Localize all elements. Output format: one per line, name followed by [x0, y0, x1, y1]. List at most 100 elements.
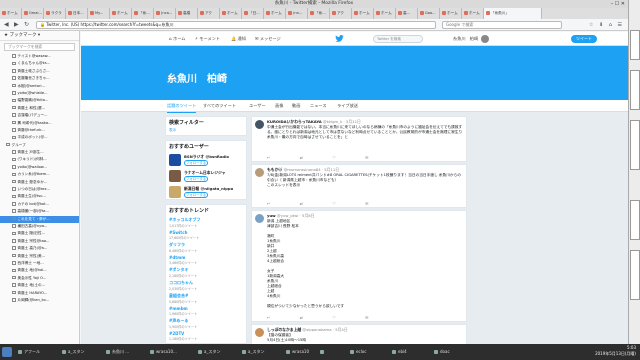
- tweet-actions[interactable]: ↩ ⇄ ♡ ✉: [267, 315, 382, 320]
- avatar[interactable]: [255, 168, 264, 177]
- browser-tab[interactable]: ホーム: [374, 8, 396, 19]
- browser-tab[interactable]: 「糸...: [132, 8, 154, 19]
- bookmark-item[interactable]: 斉藤土 高乃(@a...: [0, 245, 79, 252]
- filter-show-link[interactable]: 表示: [166, 128, 246, 133]
- tab-4[interactable]: 動画: [292, 100, 300, 112]
- back-icon[interactable]: ◀: [4, 21, 9, 29]
- bookmark-item[interactable]: 斉藤@thefurk...: [0, 127, 79, 134]
- tweet[interactable]: しっぽのなかま上越 @sipponakama · 5月4日 【猫の保護者】 5月4…: [251, 324, 467, 344]
- trend-item[interactable]: #dtmm 3,460件のツイート: [166, 254, 246, 266]
- browser-tab[interactable]: ホーム: [110, 8, 132, 19]
- browser-tab[interactable]: ホーム: [220, 8, 242, 19]
- bookmark-item[interactable]: (ワキリド)(何林...: [0, 156, 79, 163]
- nav-messages[interactable]: ✉ メッセージ: [255, 35, 281, 43]
- bookmark-item[interactable]: 平成のボット(@...: [0, 134, 79, 141]
- tweet-author[interactable]: しっぽのなかま上越: [267, 327, 301, 332]
- bookmark-item[interactable]: くまんちゃん@ks...: [0, 60, 79, 67]
- bookmark-item[interactable]: 斉藤土 地(土の...: [0, 282, 79, 289]
- browser-tab[interactable]: (nca...: [154, 8, 176, 19]
- taskbar-item[interactable]: doac: [432, 346, 472, 358]
- taskbar-item[interactable]: wrasa10...: [148, 346, 188, 358]
- bookmark-item[interactable]: yoito(@whistle...: [0, 90, 79, 97]
- browser-tab[interactable]: 日本...: [66, 8, 88, 19]
- avatar[interactable]: [169, 170, 181, 182]
- browser-tab[interactable]: アク: [330, 8, 352, 19]
- start-menu-icon[interactable]: [2, 347, 12, 357]
- taskbar-item[interactable]: ebi4: [390, 346, 430, 358]
- avatar[interactable]: [255, 120, 264, 129]
- tweet[interactable]: ももか🐱 @momorasinona84 · 5月11日 7/8(金)新潟LOTS…: [251, 164, 467, 208]
- trend-item[interactable]: ココロちゃん 2,030件のツイート: [166, 279, 246, 292]
- bookmark-item[interactable]: 幅野香織(@tkito...: [0, 97, 79, 104]
- bookmark-item[interactable]: yoito(@wallow...: [0, 164, 79, 171]
- browser-tab[interactable]: ホーム: [462, 8, 484, 19]
- tweet[interactable]: KUROIDAいかわらっTAKAYA @kklgm_k · 5月11日 中通士会が…: [251, 116, 467, 162]
- trend-item[interactable]: #声めーる 1,900件のツイート: [166, 317, 246, 330]
- tab-2[interactable]: ユーザー: [249, 100, 266, 112]
- reload-icon[interactable]: ↻: [24, 21, 29, 29]
- bookmark-item[interactable]: 西洋博士 一地...: [0, 260, 79, 267]
- follow-button[interactable]: フォローする: [184, 176, 208, 182]
- bookmark-item[interactable]: 高橋徹(一部(@ta...: [0, 208, 79, 215]
- tweet-author[interactable]: yuw: [267, 213, 276, 218]
- follow-button[interactable]: フォローする: [184, 160, 208, 166]
- web-search-input[interactable]: Google で検索: [442, 21, 562, 29]
- browser-tab[interactable]: 高...: [396, 8, 418, 19]
- bookmark-search-input[interactable]: ブックマークを検索: [4, 43, 75, 51]
- avatar[interactable]: [169, 154, 181, 166]
- tweet-author[interactable]: KUROIDAいかわらっTAKAYA: [267, 119, 322, 124]
- taskbar-item[interactable]: 糸魚川 ...: [104, 346, 144, 358]
- trend-item[interactable]: #ポンタキ 2,180件のツイート: [166, 266, 246, 279]
- bookmark-item[interactable]: 美会示性 Yoji O...: [0, 275, 79, 282]
- browser-tab[interactable]: (nn...: [286, 8, 308, 19]
- browser-tab[interactable]: ホーム: [352, 8, 374, 19]
- bookmark-item[interactable]: 斉藤土 懸念ゆか...: [0, 179, 79, 186]
- tweet-author[interactable]: ももか🐱: [267, 167, 282, 172]
- avatar[interactable]: [255, 214, 264, 223]
- bookmark-item[interactable]: いつの日は(@kez...: [0, 186, 79, 193]
- taskbar-item[interactable]: a_スタン: [240, 346, 280, 358]
- sidebar-header[interactable]: ★ ブックマーク ▾: [0, 31, 79, 41]
- twitter-search-input[interactable]: Twitter を検索: [373, 35, 423, 43]
- nav-home[interactable]: ⌂ ホーム: [169, 35, 185, 43]
- trend-item[interactable]: #Switch 17,600件のツイート: [166, 229, 246, 241]
- bookmark-item[interactable]: 斉藤土 戸部生...: [0, 149, 79, 156]
- nav-moments[interactable]: ⚡ モーメント: [195, 35, 220, 43]
- bookmark-item[interactable]: テイスト@wasaw...: [0, 53, 79, 60]
- browser-tab[interactable]: 「日...: [242, 8, 264, 19]
- browser-tab[interactable]: ホーム: [440, 8, 462, 19]
- trend-item[interactable]: #mmbm 1,960件のツイート: [166, 305, 246, 317]
- tab-3[interactable]: 画像: [275, 100, 283, 112]
- trend-item[interactable]: #2DTV 1,180件のツイート: [166, 330, 246, 342]
- bookmark-item[interactable]: 吉窪堰(パデュー...: [0, 112, 79, 119]
- bookmark-item[interactable]: 斉藤土 HARAYO...: [0, 290, 79, 297]
- toolbar-icons[interactable]: ☆ ⬇ ⌂ ☰: [589, 21, 624, 29]
- browser-tab[interactable]: 「糸魚川」: [484, 8, 542, 19]
- bookmark-item[interactable]: 斉藤土 宗性@taa...: [0, 238, 79, 245]
- browser-tab[interactable]: 「糸...: [308, 8, 330, 19]
- trend-item[interactable]: ダリフラ 8,460件のツイート: [166, 241, 246, 254]
- nav-notifications[interactable]: 🔔 通知: [231, 35, 246, 43]
- forward-icon[interactable]: ▶: [14, 21, 19, 29]
- bookmark-folder[interactable]: グループ: [0, 142, 79, 149]
- follow-button[interactable]: フォローする: [184, 192, 208, 198]
- trend-item[interactable]: #ホッコルオブフ 1,017件のツイート: [166, 216, 246, 229]
- taskbar-item[interactable]: アフール: [16, 346, 56, 358]
- twitter-bird-icon[interactable]: [335, 35, 344, 42]
- bookmark-item[interactable]: 鷹 司希代(@taaka...: [0, 120, 79, 127]
- bookmark-item[interactable]: 斉藤土 隠(旧性...: [0, 230, 79, 237]
- bookmark-item[interactable]: 斉藤土生(@tsu...: [0, 193, 79, 200]
- tab-5[interactable]: ニュース: [310, 100, 327, 112]
- avatar[interactable]: [481, 35, 489, 43]
- window-thumbnail[interactable]: [630, 120, 640, 170]
- url-bar[interactable]: 🔒 Twitter, Inc. (US) https://twitter.com…: [36, 21, 436, 29]
- tab-6[interactable]: ライブ放送: [337, 100, 358, 112]
- bookmark-item[interactable]: 斉藤土 宗性(美...: [0, 253, 79, 260]
- browser-tab[interactable]: ラクラ: [44, 8, 66, 19]
- browser-tab[interactable]: My...: [88, 8, 110, 19]
- bookmark-item[interactable]: 斉藤土岐さぷらさ...: [0, 68, 79, 75]
- bookmark-item[interactable]: カテの kot(@kot...: [0, 201, 79, 208]
- tweet[interactable]: yuw @yuw_ptwi · 5月8日 新潟 上越地区 津部吉川 長野 松本 港…: [251, 210, 467, 322]
- bookmark-item[interactable]: これを見て・夢が...: [0, 215, 79, 223]
- browser-tab[interactable]: Goo...: [418, 8, 440, 19]
